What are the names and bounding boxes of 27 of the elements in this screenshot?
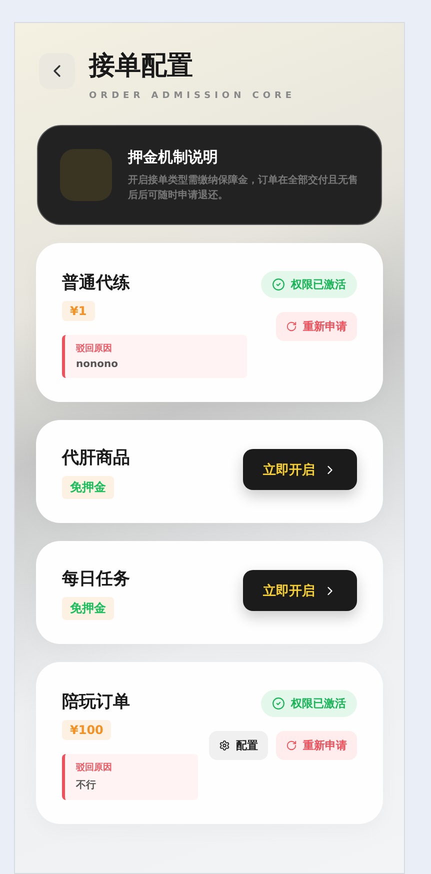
- reject-reason: 不行: [76, 778, 97, 792]
- tag: ¥1: [62, 301, 95, 321]
- info-text: 开启接单类型需缴纳保障金，订单在全部交付且无售后后可随时申请退还。: [128, 173, 359, 202]
- page-subtitle: ORDER ADMISSION CORE: [89, 91, 296, 101]
- page-title: 接单配置: [89, 51, 194, 81]
- tag: 免押金: [62, 476, 114, 499]
- back-button[interactable]: [39, 53, 75, 89]
- reject-label: 驳回原因: [76, 762, 113, 774]
- check-icon: [272, 697, 285, 710]
- reject-label: 驳回原因: [76, 342, 113, 355]
- tag: ¥100: [62, 720, 112, 740]
- refresh-icon: [286, 740, 297, 751]
- status-text: 权限已激活: [291, 277, 346, 292]
- reject-reason: nonono: [76, 359, 119, 370]
- card-title: 陪玩订单: [62, 691, 130, 714]
- enable-button[interactable]: 立即开启: [243, 570, 357, 611]
- tag: 免押金: [62, 597, 114, 620]
- enable-button[interactable]: 立即开启: [243, 449, 357, 490]
- card-title: 代肝商品: [62, 447, 130, 470]
- status-text: 权限已激活: [291, 696, 346, 711]
- config-button[interactable]: 配置: [209, 731, 268, 760]
- card-title: 每日任务: [62, 568, 130, 591]
- check-icon: [272, 278, 285, 291]
- refresh-icon: [286, 321, 297, 332]
- gear-icon: [219, 740, 230, 751]
- info-title: 押金机制说明: [128, 148, 219, 166]
- card-title: 普通代练: [62, 272, 130, 295]
